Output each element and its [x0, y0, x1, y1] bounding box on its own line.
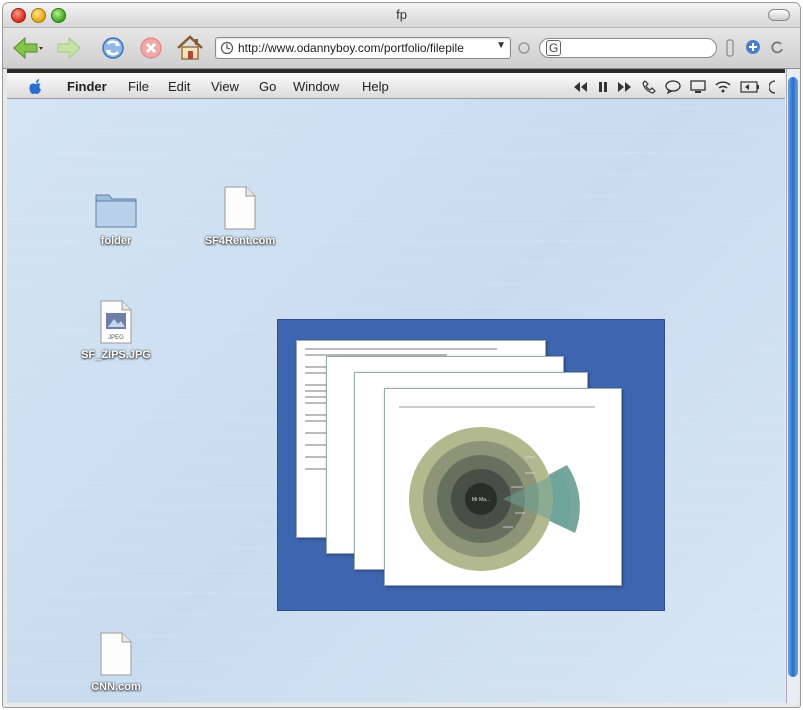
apple-menu-icon[interactable]	[27, 78, 43, 96]
add-bookmark-icon[interactable]	[745, 39, 761, 55]
home-icon	[177, 35, 203, 60]
stop-icon	[140, 37, 162, 59]
page-viewport: Finder File Edit View Go Window Help fol…	[7, 69, 785, 703]
search-engine-icon[interactable]: G	[546, 40, 562, 56]
desktop-icon-label: SF4Rent.com	[204, 235, 276, 247]
chat-icon[interactable]	[665, 80, 681, 94]
menu-help[interactable]: Help	[362, 79, 389, 94]
menu-file[interactable]: File	[128, 79, 149, 94]
desktop-icon-sf-zips[interactable]: JPEG SF_ZIPS.JPG	[71, 299, 161, 363]
url-bar[interactable]: http://www.odannyboy.com/portfolio/filep…	[215, 37, 511, 59]
url-dropdown-icon[interactable]: ▼	[496, 40, 506, 51]
scrollbar-thumb[interactable]	[788, 77, 798, 677]
search-box[interactable]: G	[539, 38, 717, 58]
jpeg-badge-text: JPEG	[108, 335, 124, 341]
browser-toolbar: http://www.odannyboy.com/portfolio/filep…	[3, 28, 800, 69]
menu-edit[interactable]: Edit	[168, 79, 190, 94]
page-icon	[220, 41, 234, 55]
vertical-scrollbar[interactable]	[786, 69, 799, 703]
desktop: folder SF4Rent.com JPEG SF_ZIPS.JPG CNN.…	[7, 99, 785, 703]
forward-arrow-icon	[57, 36, 81, 60]
back-arrow-icon	[13, 36, 43, 60]
desktop-icon-label: CNN.com	[91, 681, 141, 693]
stack-preview-panel[interactable]: Mr Ma...	[277, 319, 665, 611]
desktop-icon-label: SF_ZIPS.JPG	[81, 349, 151, 361]
refresh-small-icon[interactable]	[769, 39, 785, 55]
url-text[interactable]: http://www.odannyboy.com/portfolio/filep…	[238, 41, 483, 55]
radial-diagram: Mr Ma...	[399, 406, 595, 571]
chart-center-label: Mr Ma...	[472, 497, 490, 503]
display-icon[interactable]	[690, 80, 706, 94]
reload-button[interactable]	[99, 34, 127, 62]
browser-window: fp http://www.odannyboy.com/portfolio/fi…	[2, 2, 801, 708]
toolbar-toggle-button[interactable]	[768, 9, 790, 21]
clock-icon[interactable]	[769, 80, 777, 94]
desktop-icon-cnn[interactable]: CNN.com	[71, 631, 161, 695]
battery-icon[interactable]	[740, 81, 760, 93]
jpeg-file-icon: JPEG	[100, 300, 132, 344]
front-page-radial-diagram[interactable]: Mr Ma...	[384, 388, 622, 586]
fast-forward-icon[interactable]	[617, 81, 633, 93]
desktop-icon-label: folder	[100, 235, 132, 247]
phone-icon[interactable]	[642, 80, 656, 94]
stop-button[interactable]	[137, 34, 165, 62]
menu-go[interactable]: Go	[259, 79, 276, 94]
document-icon	[224, 186, 256, 230]
desktop-icon-folder[interactable]: folder	[71, 187, 161, 249]
menu-window[interactable]: Window	[293, 79, 339, 94]
back-button[interactable]	[11, 34, 43, 62]
reload-icon	[102, 37, 124, 59]
mac-menubar: Finder File Edit View Go Window Help	[7, 69, 785, 99]
home-button[interactable]	[175, 34, 203, 62]
pause-icon[interactable]	[598, 81, 608, 93]
folder-icon	[95, 194, 137, 228]
wifi-icon[interactable]	[715, 80, 731, 94]
document-icon	[100, 632, 132, 676]
menu-view[interactable]: View	[211, 79, 239, 94]
desktop-icon-sf4rent[interactable]: SF4Rent.com	[195, 185, 285, 249]
menu-finder[interactable]: Finder	[67, 79, 107, 94]
rss-icon[interactable]	[517, 41, 531, 55]
rewind-icon[interactable]	[573, 81, 589, 93]
menubar-status-icons	[573, 79, 777, 95]
bookmark-icon[interactable]	[725, 39, 735, 57]
title-bar[interactable]: fp	[3, 3, 800, 28]
forward-button[interactable]	[55, 34, 83, 62]
window-title: fp	[396, 7, 407, 22]
